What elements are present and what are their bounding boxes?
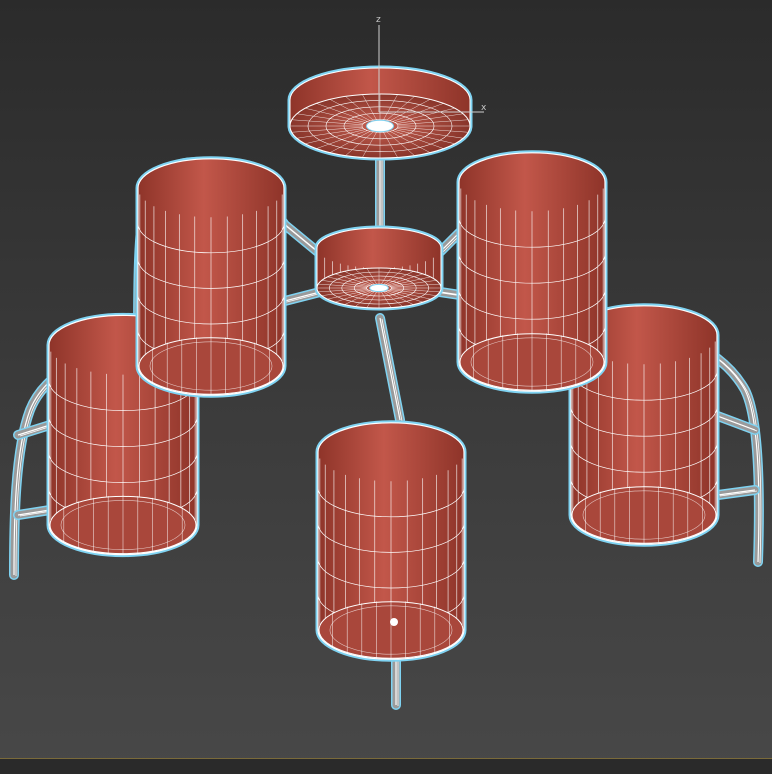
axis-z-label: z [376,15,381,25]
shade-back-right [456,150,608,394]
ceiling-canopy [287,65,473,161]
timeline-strip[interactable] [0,758,772,774]
canopy-disc [287,65,473,161]
shade-back-left [135,156,287,398]
front-shade [315,420,467,662]
axis-x-label: x [481,103,487,113]
bulb-socket-dot [390,618,398,626]
arm-front-center [375,313,405,425]
chandelier-model[interactable] [0,0,772,773]
stem-lower [391,650,401,710]
viewport-perspective[interactable]: z x [0,0,772,774]
hub-disc [314,225,444,311]
central-hub [314,225,444,311]
arm-brace-right-2 [713,485,760,500]
